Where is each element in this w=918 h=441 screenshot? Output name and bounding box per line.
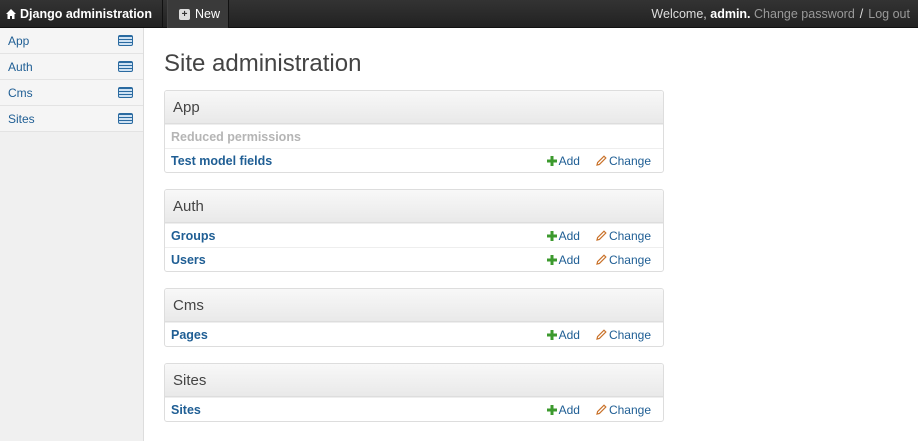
welcome-text: Welcome, bbox=[651, 7, 707, 21]
list-icon[interactable] bbox=[118, 113, 133, 124]
change-link[interactable]: Change bbox=[596, 253, 651, 267]
change-label: Change bbox=[608, 252, 651, 267]
sidebar-item-label: Cms bbox=[8, 85, 33, 100]
change-label: Change bbox=[608, 402, 651, 417]
module-title: Cms bbox=[165, 289, 663, 322]
change-label: Change bbox=[608, 153, 651, 168]
change-link[interactable]: Change bbox=[596, 229, 651, 243]
table-row: Reduced permissions bbox=[165, 124, 663, 148]
change-link[interactable]: Change bbox=[596, 403, 651, 417]
model-link[interactable]: Users bbox=[171, 253, 531, 267]
add-label: Add bbox=[558, 402, 580, 417]
module-sites: Sites Sites Add Change bbox=[164, 363, 664, 422]
add-icon bbox=[546, 404, 557, 415]
add-link[interactable]: Add bbox=[546, 228, 580, 243]
table-row: Pages Add Change bbox=[165, 322, 663, 346]
pencil-icon bbox=[596, 155, 607, 166]
add-link[interactable]: Add bbox=[546, 327, 580, 342]
pencil-icon bbox=[596, 329, 607, 340]
add-label: Add bbox=[558, 228, 580, 243]
sidebar: App Auth Cms Sites bbox=[0, 28, 144, 441]
add-link[interactable]: Add bbox=[546, 252, 580, 267]
model-link[interactable]: Sites bbox=[171, 403, 531, 417]
pencil-icon bbox=[596, 404, 607, 415]
sidebar-item-sites[interactable]: Sites bbox=[0, 106, 143, 132]
table-row: Users Add Change bbox=[165, 247, 663, 271]
module-title: Auth bbox=[165, 190, 663, 223]
add-icon bbox=[546, 230, 557, 241]
change-password-link[interactable]: Change password bbox=[754, 7, 855, 21]
top-navbar: Django administration + New Welcome, adm… bbox=[0, 0, 918, 28]
model-name: Reduced permissions bbox=[171, 129, 301, 144]
model-link[interactable]: Groups bbox=[171, 229, 531, 243]
module-auth: Auth Groups Add Change Users Add Change bbox=[164, 189, 664, 272]
user-tools: Welcome, admin. Change password / Log ou… bbox=[651, 0, 910, 28]
change-link[interactable]: Change bbox=[596, 328, 651, 342]
change-label: Change bbox=[608, 327, 651, 342]
plus-icon: + bbox=[179, 8, 190, 20]
sidebar-item-auth[interactable]: Auth bbox=[0, 54, 143, 80]
change-label: Change bbox=[608, 228, 651, 243]
sidebar-item-app[interactable]: App bbox=[0, 28, 143, 54]
add-label: Add bbox=[558, 252, 580, 267]
brand-link[interactable]: Django administration bbox=[0, 0, 163, 28]
new-button[interactable]: + New bbox=[167, 0, 229, 28]
sidebar-item-label: App bbox=[8, 33, 30, 48]
module-app: App Reduced permissions Test model field… bbox=[164, 90, 664, 173]
sidebar-item-label: Sites bbox=[8, 111, 35, 126]
model-link[interactable]: Test model fields bbox=[171, 154, 531, 168]
sidebar-item-cms[interactable]: Cms bbox=[0, 80, 143, 106]
username: admin. bbox=[710, 7, 751, 21]
add-label: Add bbox=[558, 153, 580, 168]
module-title: Sites bbox=[165, 364, 663, 397]
add-icon bbox=[546, 329, 557, 340]
add-icon bbox=[546, 155, 557, 166]
list-icon[interactable] bbox=[118, 87, 133, 98]
model-link[interactable]: Pages bbox=[171, 328, 531, 342]
home-icon bbox=[6, 9, 16, 19]
pencil-icon bbox=[596, 230, 607, 241]
separator: / bbox=[859, 7, 864, 21]
add-link[interactable]: Add bbox=[546, 402, 580, 417]
table-row: Sites Add Change bbox=[165, 397, 663, 421]
list-icon[interactable] bbox=[118, 35, 133, 46]
add-icon bbox=[546, 254, 557, 265]
change-link[interactable]: Change bbox=[596, 154, 651, 168]
module-cms: Cms Pages Add Change bbox=[164, 288, 664, 347]
new-label: New bbox=[195, 7, 221, 21]
pencil-icon bbox=[596, 254, 607, 265]
sidebar-item-label: Auth bbox=[8, 59, 33, 74]
table-row: Groups Add Change bbox=[165, 223, 663, 247]
module-title: App bbox=[165, 91, 663, 124]
brand-label: Django administration bbox=[20, 7, 152, 21]
page-title: Site administration bbox=[164, 50, 362, 77]
logout-link[interactable]: Log out bbox=[868, 7, 910, 21]
add-link[interactable]: Add bbox=[546, 153, 580, 168]
table-row: Test model fields Add Change bbox=[165, 148, 663, 172]
list-icon[interactable] bbox=[118, 61, 133, 72]
add-label: Add bbox=[558, 327, 580, 342]
